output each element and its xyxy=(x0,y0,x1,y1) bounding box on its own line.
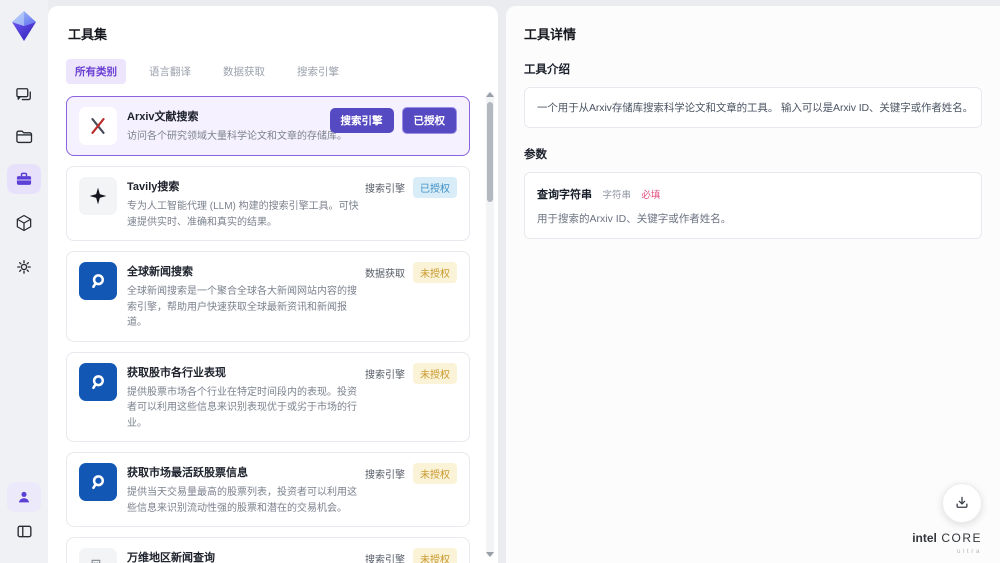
tool-list: Arxiv文献搜索 访问各个研究领域大量科学论文和文章的存储库。 搜索引擎 已授… xyxy=(66,96,470,563)
tab-all-categories[interactable]: 所有类别 xyxy=(66,59,126,84)
tool-description: 提供股票市场各个行业在特定时间段内的表现。投资者可以利用这些信息来识别表现优于或… xyxy=(127,386,357,429)
list-scrollbar[interactable] xyxy=(486,92,494,557)
toolbox-icon[interactable] xyxy=(7,164,41,194)
intel-wordmark: intel xyxy=(912,531,937,546)
tool-description: 提供当天交易量最高的股票列表，投资者可以利用这些信息来识别流动性强的股票和潜在的… xyxy=(127,487,357,514)
category-badge: 搜索引擎 xyxy=(365,184,405,195)
category-badge: 数据获取 xyxy=(365,269,405,280)
app-rail xyxy=(0,0,48,563)
category-badge: 搜索引擎 xyxy=(365,470,405,481)
params-heading: 参数 xyxy=(524,149,547,161)
intro-text: 一个用于从Arxiv存储库搜索科学论文和文章的工具。 输入可以是Arxiv ID… xyxy=(537,102,973,114)
app-logo-icon[interactable] xyxy=(7,8,41,44)
panel-toggle-icon[interactable] xyxy=(7,516,41,546)
ultra-wordmark: ultra xyxy=(956,547,982,555)
tab-search-engine[interactable]: 搜索引擎 xyxy=(288,59,348,84)
arxiv-logo-icon xyxy=(79,107,117,145)
category-tabs: 所有类别 语言翻译 数据获取 搜索引擎 xyxy=(66,59,484,84)
scrollbar-thumb[interactable] xyxy=(487,102,493,202)
auth-status-badge: 已授权 xyxy=(401,107,457,134)
tool-card-regional-news[interactable]: 万维地区新闻查询 查询具体行政区划内的新闻，快速了解各地新闻动态。 搜索引擎 未… xyxy=(66,537,470,563)
tab-data-fetch[interactable]: 数据获取 xyxy=(214,59,274,84)
category-badge: 搜索引擎 xyxy=(365,555,405,563)
intel-core-logo: intel core ultra xyxy=(912,529,982,555)
param-required-badge: 必填 xyxy=(641,190,661,201)
param-name: 查询字符串 xyxy=(537,189,592,201)
download-button[interactable] xyxy=(942,483,982,523)
building-icon xyxy=(79,548,117,563)
param-description: 用于搜索的Arxiv ID、关键字或作者姓名。 xyxy=(537,213,732,225)
tool-description: 专为人工智能代理 (LLM) 构建的搜索引擎工具。可快速提供实时、准确和真实的结… xyxy=(127,201,359,228)
tool-description: 全球新闻搜索是一个聚合全球各大新闻网站内容的搜索引擎，帮助用户快速获取全球最新资… xyxy=(127,286,357,328)
page-title: 工具集 xyxy=(68,27,108,42)
folder-icon[interactable] xyxy=(7,122,41,152)
tools-panel: 工具集 所有类别 语言翻译 数据获取 搜索引擎 Arxiv文献搜索 访问各个研究… xyxy=(48,6,498,563)
chat-icon[interactable] xyxy=(7,80,41,110)
param-type: 字符串 xyxy=(602,190,631,201)
tool-card-tavily[interactable]: Tavily搜索 专为人工智能代理 (LLM) 构建的搜索引擎工具。可快速提供实… xyxy=(66,166,470,241)
blue-q-logo-icon xyxy=(79,262,117,300)
intro-heading: 工具介绍 xyxy=(524,64,570,76)
tool-card-arxiv[interactable]: Arxiv文献搜索 访问各个研究领域大量科学论文和文章的存储库。 搜索引擎 已授… xyxy=(66,96,470,156)
category-badge: 搜索引擎 xyxy=(329,108,394,133)
tavily-star-icon xyxy=(79,177,117,215)
details-title: 工具详情 xyxy=(524,27,577,42)
scroll-down-arrow-icon[interactable] xyxy=(486,552,494,557)
param-box: 查询字符串 字符串 必填 用于搜索的Arxiv ID、关键字或作者姓名。 xyxy=(524,172,982,239)
param-header: 查询字符串 字符串 必填 xyxy=(537,185,969,203)
settings-icon[interactable] xyxy=(7,252,41,282)
cube-icon[interactable] xyxy=(7,208,41,238)
category-badge: 搜索引擎 xyxy=(365,369,405,381)
user-icon[interactable] xyxy=(7,482,41,512)
auth-status-badge: 未授权 xyxy=(413,362,457,384)
core-wordmark: core xyxy=(941,531,982,546)
auth-status-badge: 未授权 xyxy=(413,262,457,283)
blue-q-logo-icon xyxy=(79,463,117,501)
tool-card-global-news[interactable]: 全球新闻搜索 全球新闻搜索是一个聚合全球各大新闻网站内容的搜索引擎，帮助用户快速… xyxy=(66,251,470,342)
auth-status-badge: 未授权 xyxy=(413,463,457,484)
tool-details-panel: 工具详情 工具介绍 一个用于从Arxiv存储库搜索科学论文和文章的工具。 输入可… xyxy=(506,6,1000,563)
tool-card-most-active-stocks[interactable]: 获取市场最活跃股票信息 提供当天交易量最高的股票列表，投资者可以利用这些信息来识… xyxy=(66,452,470,527)
blue-q-logo-icon xyxy=(79,362,117,401)
tab-language-translation[interactable]: 语言翻译 xyxy=(140,59,200,84)
scroll-up-arrow-icon[interactable] xyxy=(486,92,494,97)
intro-box: 一个用于从Arxiv存储库搜索科学论文和文章的工具。 输入可以是Arxiv ID… xyxy=(524,87,982,128)
auth-status-badge: 未授权 xyxy=(413,548,457,563)
auth-status-badge: 已授权 xyxy=(413,177,457,198)
tool-card-sector-performance[interactable]: 获取股市各行业表现 提供股票市场各个行业在特定时间段内的表现。投资者可以利用这些… xyxy=(66,351,470,442)
